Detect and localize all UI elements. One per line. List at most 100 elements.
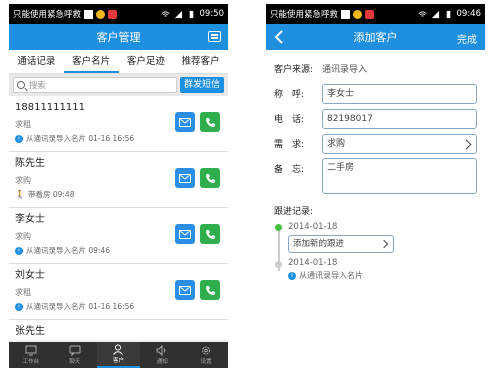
app-icon <box>365 9 375 19</box>
monitor-icon <box>25 345 37 356</box>
nav-label: 客户 <box>112 358 124 364</box>
note-text: 带看房 09:48 <box>27 190 75 199</box>
customer-note: i 从通讯录导入名片 01-16 16:56 <box>15 301 222 313</box>
customer-management-screen: 只能使用紧急呼救 09:50 客户管理 通话记录 客户名片 客户足迹 推荐客户 … <box>9 4 228 368</box>
chat-icon <box>69 345 81 356</box>
note-text: 从通讯录导入名片 01-16 16:56 <box>26 302 135 311</box>
nav-label: 聊天 <box>69 359 81 365</box>
customer-note: 🚶 带看房 09:48 <box>15 189 222 201</box>
info-icon: i <box>15 135 23 143</box>
followup-date: 2014-01-18 <box>288 222 338 232</box>
envelope-icon <box>179 173 191 183</box>
app-icon <box>108 9 118 19</box>
bottom-nav: 工作台 聊天 客户 通知 设置 <box>9 342 228 368</box>
timeline-dot <box>275 261 282 268</box>
contact-buttons <box>175 224 220 244</box>
coin-icon <box>353 9 363 19</box>
source-label: 客户来源: <box>274 65 314 75</box>
followup-timeline: 2014-01-18 添加新的跟进 2014-01-18 i 从通讯录导入名片 <box>274 221 477 281</box>
phone-row: 电 话: 82198017 <box>274 106 477 131</box>
add-customer-screen: 只能使用紧急呼救 09:46 添加客户 完成 客户来源: 通讯录导入 称 呼: … <box>266 4 485 368</box>
nav-notifications[interactable]: 通知 <box>140 342 184 368</box>
nav-label: 通知 <box>156 359 168 365</box>
list-item[interactable]: 刘女士 求租 i 从通讯录导入名片 01-16 16:56 <box>9 264 228 320</box>
notification-icon <box>341 9 351 19</box>
carrier-text: 只能使用紧急呼救 <box>13 10 82 20</box>
tab-bar: 通话记录 客户名片 客户足迹 推荐客户 <box>9 50 228 74</box>
gear-icon <box>202 346 211 355</box>
clock: 09:50 <box>199 9 225 19</box>
name-row: 称 呼: 李女士 <box>274 81 477 106</box>
memo-row: 备 忘: 二手房 <box>274 156 477 196</box>
timeline-dot-current <box>275 224 282 231</box>
envelope-icon <box>179 285 191 295</box>
list-item[interactable]: 18811111111 求租 i 从通讯录导入名片 01-16 16:56 <box>9 96 228 152</box>
need-select[interactable]: 求购 <box>322 133 477 154</box>
battery-icon <box>446 10 450 18</box>
add-customer-form: 客户来源: 通讯录导入 称 呼: 李女士 电 话: 82198017 需 求: … <box>266 50 485 368</box>
source-value: 通讯录导入 <box>322 65 368 75</box>
customer-note: i 从通讯录导入名片 01-16 16:56 <box>15 133 222 145</box>
call-button[interactable] <box>200 280 220 300</box>
done-button[interactable]: 完成 <box>457 31 477 46</box>
signal-icon <box>431 10 439 18</box>
contact-buttons <box>175 280 220 300</box>
speaker-icon <box>156 345 166 356</box>
tab-call-log[interactable]: 通话记录 <box>9 50 64 73</box>
search-input[interactable]: 搜索 <box>13 77 177 93</box>
add-followup-button[interactable]: 添加新的跟进 <box>288 235 394 253</box>
need-label: 需 求: <box>274 140 305 150</box>
memo-field[interactable]: 二手房 <box>322 158 477 194</box>
list-item[interactable]: 陈先生 求购 🚶 带看房 09:48 <box>9 152 228 208</box>
envelope-icon <box>179 117 191 127</box>
contact-buttons <box>175 112 220 132</box>
phone-icon <box>205 229 215 239</box>
note-text: 从通讯录导入名片 01-16 16:56 <box>26 134 135 143</box>
sms-button[interactable] <box>175 168 195 188</box>
tab-customer-footprint[interactable]: 客户足迹 <box>119 50 174 73</box>
message-list-icon[interactable] <box>208 31 221 42</box>
clock: 09:46 <box>456 9 482 19</box>
followup-date: 2014-01-18 <box>288 258 338 268</box>
group-sms-button[interactable]: 群发短信 <box>179 77 224 93</box>
tab-recommended-customers[interactable]: 推荐客户 <box>173 50 228 73</box>
source-row: 客户来源: 通讯录导入 <box>274 56 477 81</box>
nav-label: 工作台 <box>22 359 40 365</box>
sms-button[interactable] <box>175 224 195 244</box>
call-button[interactable] <box>200 224 220 244</box>
nav-settings[interactable]: 设置 <box>184 342 228 368</box>
phone-icon <box>205 285 215 295</box>
nav-chat[interactable]: 聊天 <box>53 342 97 368</box>
status-bar: 只能使用紧急呼救 09:50 <box>9 4 228 24</box>
status-bar: 只能使用紧急呼救 09:46 <box>266 4 485 24</box>
page-title: 客户管理 <box>96 31 141 44</box>
phone-field[interactable]: 82198017 <box>322 108 477 129</box>
nav-workbench[interactable]: 工作台 <box>9 342 53 368</box>
call-button[interactable] <box>200 112 220 132</box>
call-button[interactable] <box>200 168 220 188</box>
tab-customer-cards[interactable]: 客户名片 <box>63 50 119 73</box>
person-icon <box>113 344 124 355</box>
search-placeholder: 搜索 <box>29 81 47 91</box>
notification-icon <box>84 9 94 19</box>
customer-note: i 从通讯录导入名片 09:46 <box>15 245 222 257</box>
title-bar: 添加客户 完成 <box>266 24 485 50</box>
wifi-icon <box>161 10 169 17</box>
name-field[interactable]: 李女士 <box>322 83 477 104</box>
sms-button[interactable] <box>175 280 195 300</box>
name-label: 称 呼: <box>274 90 305 100</box>
followup-label: 跟进记录: <box>274 207 314 217</box>
search-row: 搜索 群发短信 <box>9 74 228 96</box>
list-item[interactable]: 李女士 求购 i 从通讯录导入名片 09:46 <box>9 208 228 264</box>
memo-label: 备 忘: <box>274 165 305 175</box>
sms-button[interactable] <box>175 112 195 132</box>
list-item[interactable]: 张先生 <box>9 320 228 340</box>
info-icon: i <box>288 271 296 280</box>
title-bar: 客户管理 <box>9 24 228 50</box>
phone-label: 电 话: <box>274 115 305 125</box>
nav-customers[interactable]: 客户 <box>96 342 141 368</box>
wifi-icon <box>418 10 426 17</box>
customer-list: 18811111111 求租 i 从通讯录导入名片 01-16 16:56 陈先生… <box>9 96 228 340</box>
search-icon <box>17 81 25 89</box>
back-arrow-icon[interactable] <box>274 30 284 44</box>
